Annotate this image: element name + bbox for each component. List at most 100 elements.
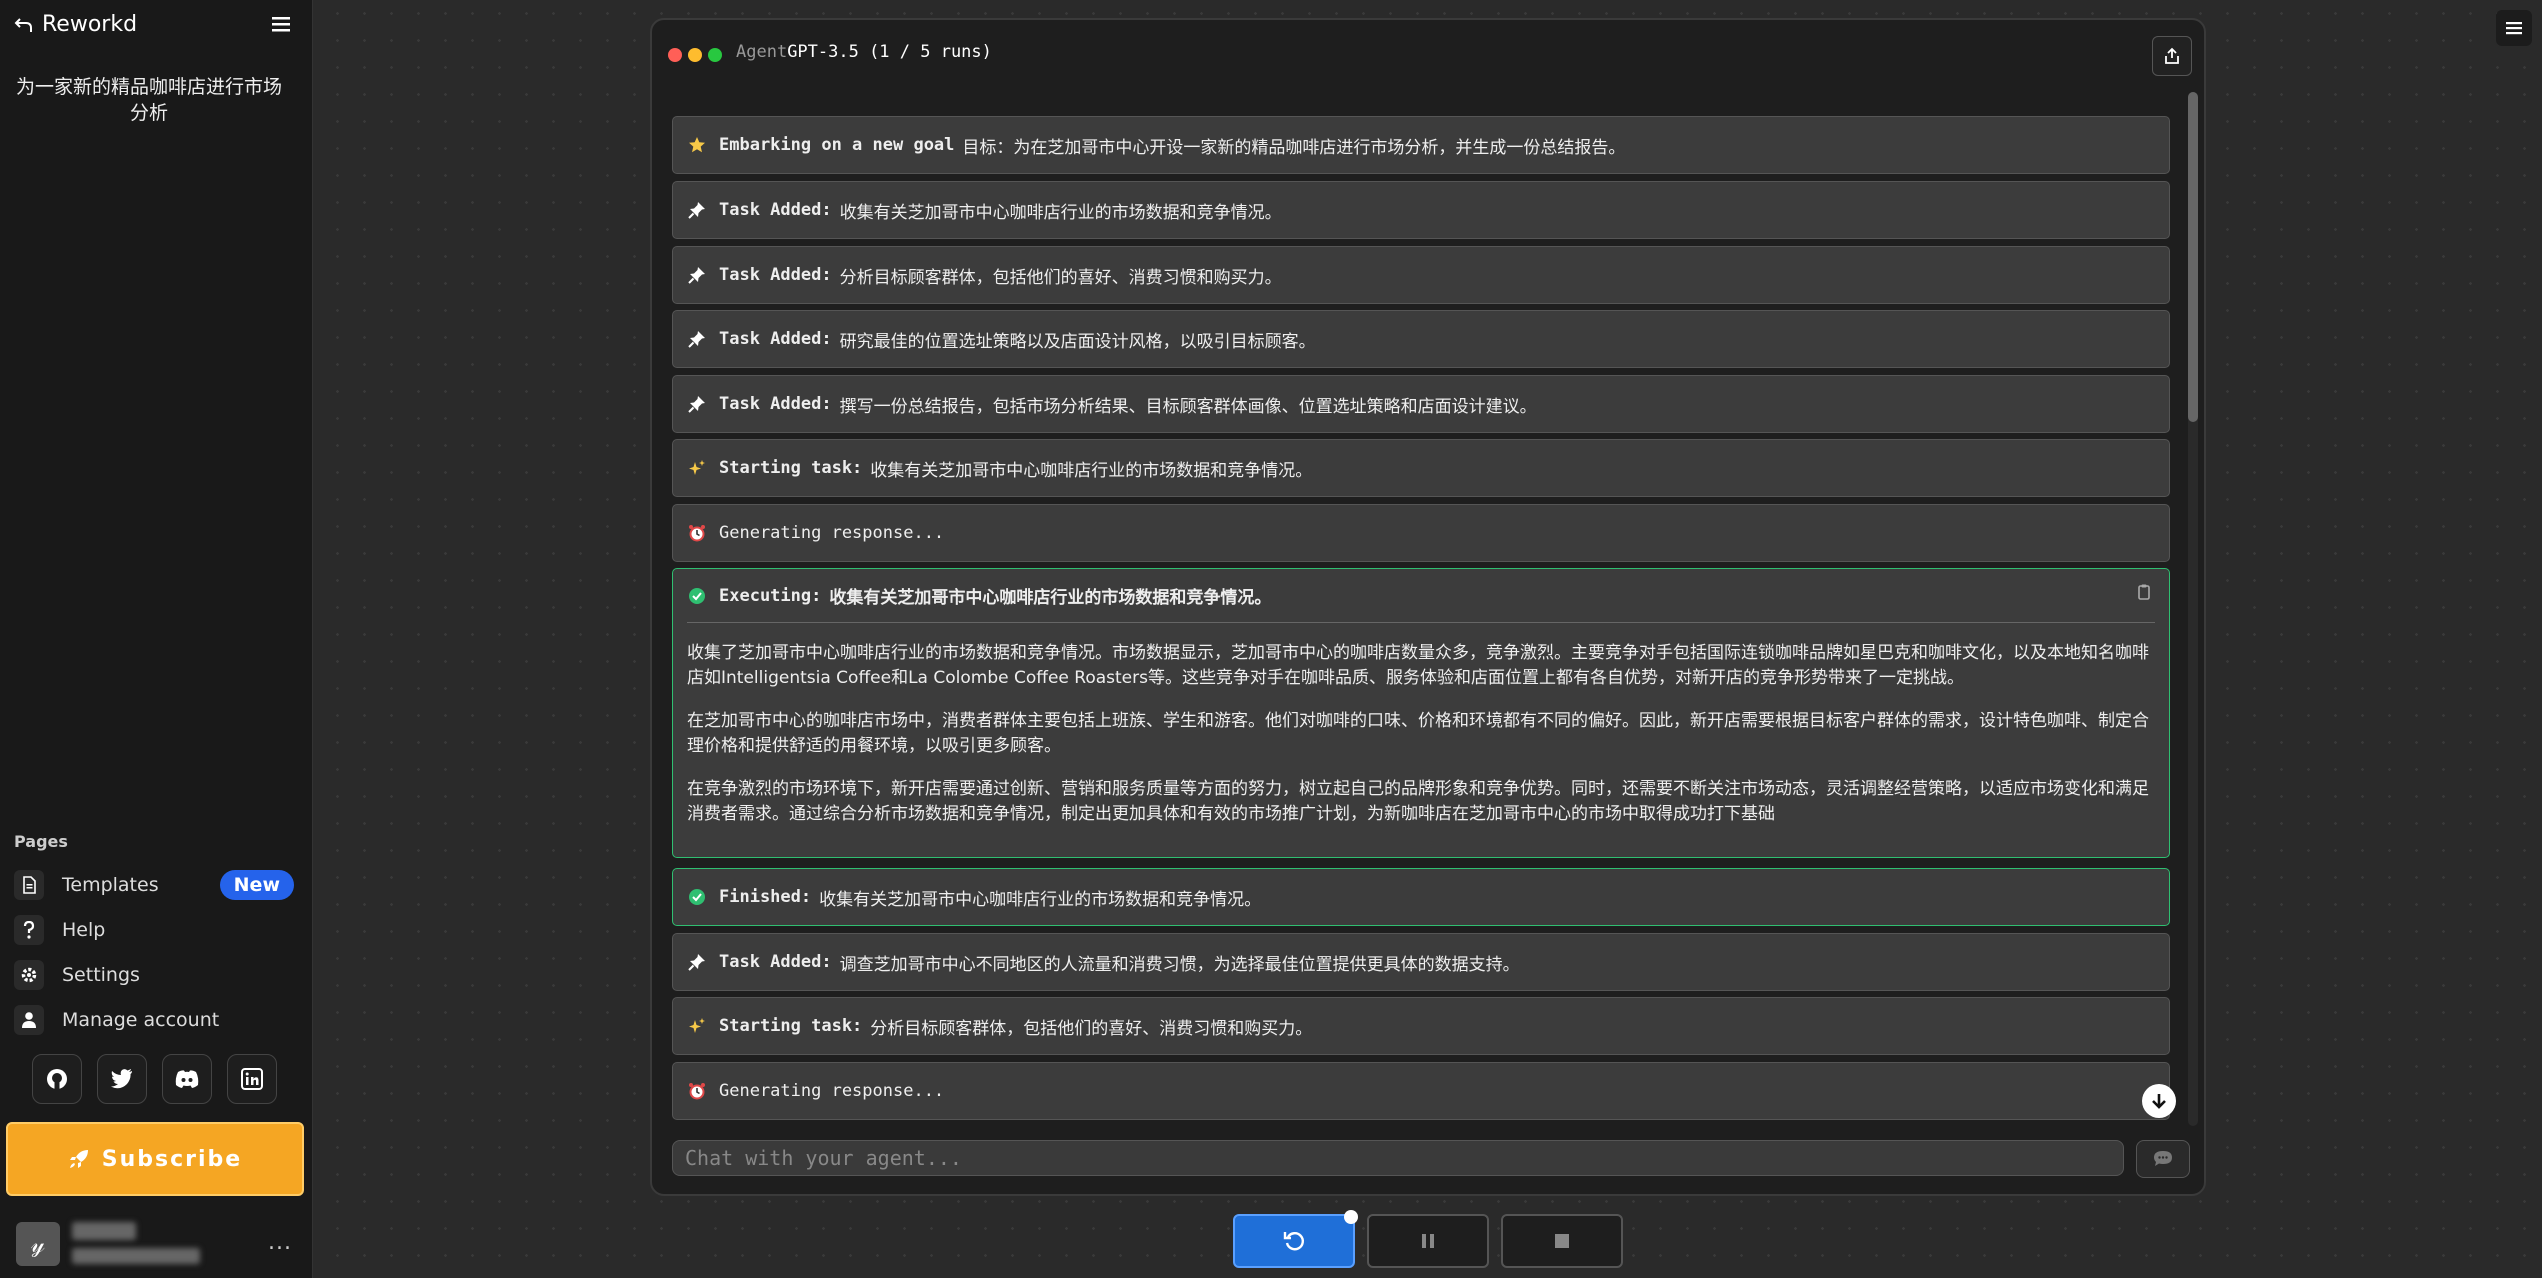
stop-icon	[1552, 1231, 1572, 1251]
message-label: Executing:	[719, 585, 822, 606]
message-task-added: Task Added: 撰写一份总结报告，包括市场分析结果、目标顾客群体画像、位…	[672, 375, 2170, 433]
pin-icon	[687, 266, 707, 284]
message-generating: Generating response...	[672, 504, 2170, 562]
window-title: AgentGPT-3.5 (1 / 5 runs)	[736, 42, 992, 62]
message-label: Generating response...	[719, 1081, 945, 1101]
agent-window: AgentGPT-3.5 (1 / 5 runs) Embarking on a…	[650, 18, 2206, 1196]
message-starting-task: Starting task: 收集有关芝加哥市中心咖啡店行业的市场数据和竞争情况…	[672, 439, 2170, 497]
linkedin-link[interactable]	[227, 1054, 277, 1104]
message-label: Task Added:	[719, 329, 832, 349]
message-label: Starting task:	[719, 1016, 863, 1036]
nav-item-help[interactable]: Help	[14, 912, 294, 948]
stop-button[interactable]	[1501, 1214, 1623, 1268]
restart-icon	[1282, 1229, 1306, 1253]
brand[interactable]: Reworkd	[14, 12, 137, 37]
user-icon	[14, 1005, 44, 1035]
twitter-icon	[110, 1068, 134, 1090]
executing-header: Executing: 收集有关芝加哥市中心咖啡店行业的市场数据和竞争情况。	[673, 569, 2169, 608]
share-button[interactable]	[2152, 36, 2192, 76]
scroll-thumb[interactable]	[2188, 92, 2198, 422]
message-label: Task Added:	[719, 952, 832, 972]
rocket-icon	[68, 1148, 90, 1170]
sparkles-icon	[687, 459, 707, 477]
pin-icon	[687, 395, 707, 413]
message-text: 撰写一份总结报告，包括市场分析结果、目标顾客群体画像、位置选址策略和店面设计建议…	[839, 396, 1537, 417]
user-email-redacted	[72, 1248, 200, 1264]
more-options-icon[interactable]: ...	[268, 1230, 292, 1255]
twitter-link[interactable]	[97, 1054, 147, 1104]
window-minimize-dot	[688, 48, 702, 62]
nav-item-settings[interactable]: Settings	[14, 957, 294, 993]
message-label: Generating response...	[719, 523, 945, 543]
arrow-down-icon	[2149, 1091, 2169, 1111]
executing-paragraph: 收集了芝加哥市中心咖啡店行业的市场数据和竞争情况。市场数据显示，芝加哥市中心的咖…	[687, 643, 2149, 688]
github-link[interactable]	[32, 1054, 82, 1104]
executing-title: 收集有关芝加哥市中心咖啡店行业的市场数据和竞争情况。	[829, 588, 1272, 608]
message-list: Embarking on a new goal 目标：为在芝加哥市中心开设一家新…	[672, 96, 2170, 1126]
gear-icon	[14, 960, 44, 990]
pin-icon	[687, 953, 707, 971]
sparkles-icon	[687, 1017, 707, 1035]
divider	[687, 622, 2155, 623]
message-label: Task Added:	[719, 200, 832, 220]
github-icon	[45, 1067, 69, 1091]
discord-icon	[174, 1069, 200, 1089]
nav-label-help: Help	[62, 919, 106, 941]
message-executing: Executing: 收集有关芝加哥市中心咖啡店行业的市场数据和竞争情况。 收集…	[672, 568, 2170, 858]
copy-icon[interactable]	[2135, 583, 2153, 601]
nav-item-templates[interactable]: Templates New	[14, 867, 294, 903]
message-finished: Finished: 收集有关芝加哥市中心咖啡店行业的市场数据和竞争情况。	[672, 868, 2170, 926]
reworkd-logo-icon	[14, 15, 34, 35]
message-text: 调查芝加哥市中心不同地区的人流量和消费习惯，为选择最佳位置提供更具体的数据支持。	[839, 954, 1520, 975]
pages-heading: Pages	[14, 832, 68, 851]
window-close-dot	[668, 48, 682, 62]
check-circle-icon	[687, 587, 707, 605]
message-generating: Generating response...	[672, 1062, 2170, 1120]
pin-icon	[687, 330, 707, 348]
agent-prefix: Agent	[736, 42, 788, 62]
discord-link[interactable]	[162, 1054, 212, 1104]
right-menu-icon[interactable]	[2496, 10, 2532, 46]
message-text: 目标：为在芝加哥市中心开设一家新的精品咖啡店进行市场分析，并生成一份总结报告。	[962, 137, 1626, 158]
user-name-redacted	[72, 1222, 136, 1240]
message-text: 收集有关芝加哥市中心咖啡店行业的市场数据和竞争情况。	[870, 460, 1313, 481]
message-task-added: Task Added: 分析目标顾客群体，包括他们的喜好、消费习惯和购买力。	[672, 246, 2170, 304]
model-runs: GPT-3.5 (1 / 5 runs)	[787, 42, 992, 62]
nav-label-settings: Settings	[62, 964, 140, 986]
question-icon	[14, 915, 44, 945]
message-text: 研究最佳的位置选址策略以及店面设计风格，以吸引目标顾客。	[839, 331, 1316, 352]
share-icon	[2163, 47, 2181, 65]
pause-icon	[1418, 1231, 1438, 1251]
linkedin-icon	[241, 1068, 263, 1090]
goal-history-item[interactable]: 为一家新的精品咖啡店进行市场分析	[14, 74, 284, 126]
subscribe-button[interactable]: Subscribe	[6, 1122, 304, 1196]
check-circle-icon	[687, 888, 707, 906]
sidebar: Reworkd 为一家新的精品咖啡店进行市场分析 Pages Templates…	[0, 0, 313, 1278]
window-maximize-dot	[708, 48, 722, 62]
user-initial-icon: 𝓎	[31, 1230, 45, 1258]
nav-item-manage-account[interactable]: Manage account	[14, 1002, 294, 1038]
scrollbar[interactable]	[2188, 92, 2198, 1126]
executing-paragraph: 在竞争激烈的市场环境下，新开店需要通过创新、营销和服务质量等方面的努力，树立起自…	[687, 779, 2149, 824]
restart-button[interactable]	[1233, 1214, 1355, 1268]
hamburger-menu-icon[interactable]	[270, 14, 292, 34]
message-text: 收集有关芝加哥市中心咖啡店行业的市场数据和竞争情况。	[819, 889, 1262, 910]
pin-icon	[687, 201, 707, 219]
send-button[interactable]	[2136, 1140, 2190, 1178]
message-goal: Embarking on a new goal 目标：为在芝加哥市中心开设一家新…	[672, 116, 2170, 174]
pause-button[interactable]	[1367, 1214, 1489, 1268]
chat-input[interactable]	[672, 1140, 2124, 1176]
message-label: Embarking on a new goal	[719, 135, 955, 155]
alarm-clock-icon	[687, 524, 707, 542]
message-task-added: Task Added: 调查芝加哥市中心不同地区的人流量和消费习惯，为选择最佳位…	[672, 933, 2170, 991]
message-label: Task Added:	[719, 265, 832, 285]
nav-label-manage-account: Manage account	[62, 1009, 220, 1031]
message-starting-task: Starting task: 分析目标顾客群体，包括他们的喜好、消费习惯和购买力…	[672, 997, 2170, 1055]
message-label: Starting task:	[719, 458, 863, 478]
new-badge: New	[219, 870, 294, 900]
message-label: Task Added:	[719, 394, 832, 414]
status-dot	[1344, 1210, 1358, 1224]
message-task-added: Task Added: 收集有关芝加哥市中心咖啡店行业的市场数据和竞争情况。	[672, 181, 2170, 239]
avatar[interactable]: 𝓎	[16, 1222, 60, 1266]
scroll-to-bottom-button[interactable]	[2142, 1084, 2176, 1118]
